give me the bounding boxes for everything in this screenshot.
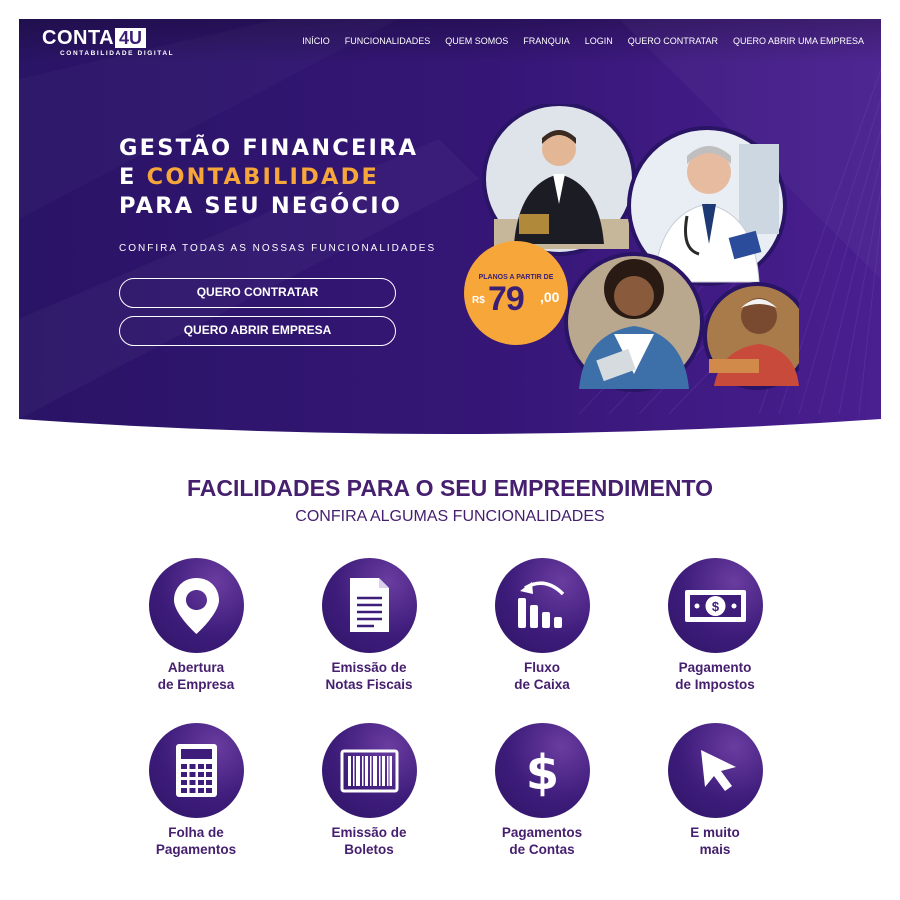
feature-pagamento-impostos[interactable]: $ Pagamento de Impostos xyxy=(640,558,790,693)
feature-label: E muito mais xyxy=(640,824,790,858)
nav-login[interactable]: LOGIN xyxy=(585,35,613,47)
feature-label-line2: Boletos xyxy=(344,842,394,857)
feature-label-line2: Notas Fiscais xyxy=(325,677,413,692)
feature-label-line2: mais xyxy=(699,842,731,857)
svg-text:$: $ xyxy=(525,745,558,801)
nav-quero-contratar[interactable]: QUERO CONTRATAR xyxy=(628,35,718,47)
feature-icon-circle xyxy=(148,558,244,653)
nav-franquia[interactable]: FRANQUIA xyxy=(523,35,570,47)
hero-banner: CONTA 4U CONTABILIDADE DIGITAL INÍCIO FU… xyxy=(19,19,881,444)
feature-icon-circle xyxy=(667,723,763,818)
banknote-icon: $ xyxy=(684,590,746,622)
hero-line-1: GESTÃO FINANCEIRA xyxy=(119,135,419,161)
photo-woman-tablet xyxy=(564,252,704,392)
feature-label-line2: de Contas xyxy=(509,842,575,857)
price-badge[interactable]: PLANOS A PARTIR DE R$ 79 ,00 xyxy=(464,241,568,345)
nav-quem-somos[interactable]: QUEM SOMOS xyxy=(445,35,508,47)
photo-businessman xyxy=(482,104,636,256)
feature-emissao-boletos[interactable]: Emissão de Boletos xyxy=(294,723,444,858)
hero-line-2-accent: CONTABILIDADE xyxy=(146,164,380,190)
feature-label-line2: Pagamentos xyxy=(155,842,237,857)
hero-line-2-prefix: E xyxy=(119,164,147,190)
hero-line-2: E CONTABILIDADE xyxy=(119,163,449,192)
quero-contratar-button[interactable]: QUERO CONTRATAR xyxy=(119,278,396,308)
photo-market-vendor xyxy=(703,282,799,390)
svg-text:$: $ xyxy=(711,599,719,614)
feature-folha-pagamentos[interactable]: Folha de Pagamentos xyxy=(121,723,271,858)
feature-icon-circle xyxy=(494,558,590,653)
feature-pagamentos-contas[interactable]: $ Pagamentos de Contas xyxy=(467,723,617,858)
barcode-icon xyxy=(340,749,398,793)
features-title: FACILIDADES PARA O SEU EMPREENDIMENTO xyxy=(186,475,714,501)
cursor-arrow-icon xyxy=(700,750,736,791)
hero-line-3: PARA SEU NEGÓCIO xyxy=(119,193,403,219)
price-currency: R$ xyxy=(472,295,485,306)
main-nav: INÍCIO FUNCIONALIDADES QUEM SOMOS FRANQU… xyxy=(287,35,864,47)
logo-4u-text: 4U xyxy=(115,28,147,48)
logo-conta-text: CONTA xyxy=(42,27,115,49)
feature-label-line1: Emissão de xyxy=(331,660,407,675)
feature-label: Emissão de Notas Fiscais xyxy=(294,659,444,693)
feature-label-line1: Abertura xyxy=(167,660,225,675)
feature-label-line2: de Caixa xyxy=(514,677,570,692)
feature-icon-circle xyxy=(321,558,417,653)
conta4u-logo[interactable]: CONTA 4U CONTABILIDADE DIGITAL xyxy=(42,27,173,61)
feature-abertura-empresa[interactable]: Abertura de Empresa xyxy=(121,558,271,693)
logo-tagline: CONTABILIDADE DIGITAL xyxy=(60,50,175,57)
feature-icon-circle xyxy=(321,723,417,818)
feature-label-line1: Pagamentos xyxy=(501,825,583,840)
calculator-icon xyxy=(175,744,217,797)
growth-chart-icon xyxy=(517,581,564,628)
features-subtitle: CONFIRA ALGUMAS FUNCIONALIDADES xyxy=(295,508,605,525)
dollar-sign-icon: $ xyxy=(525,745,558,801)
location-pin-icon xyxy=(173,578,219,634)
nav-quero-abrir-empresa[interactable]: QUERO ABRIR UMA EMPRESA xyxy=(733,35,864,47)
hero-subtitle: CONFIRA TODAS AS NOSSAS FUNCIONALIDADES xyxy=(119,243,437,254)
feature-icon-circle: $ xyxy=(494,723,590,818)
feature-label: Pagamento de Impostos xyxy=(640,659,790,693)
feature-label-line1: Pagamento xyxy=(678,660,752,675)
feature-label: Abertura de Empresa xyxy=(121,659,271,693)
feature-label: Folha de Pagamentos xyxy=(121,824,271,858)
feature-icon-circle: $ xyxy=(667,558,763,653)
price-amount: 79 xyxy=(488,280,525,318)
feature-label-line1: Emissão de xyxy=(331,825,407,840)
feature-label: Fluxo de Caixa xyxy=(467,659,617,693)
quero-abrir-empresa-button[interactable]: QUERO ABRIR EMPRESA xyxy=(119,316,396,346)
price-cents: ,00 xyxy=(540,289,560,305)
feature-label-line2: de Impostos xyxy=(675,677,755,692)
hero-headline: GESTÃO FINANCEIRA E CONTABILIDADE PARA S… xyxy=(119,134,449,221)
nav-funcionalidades[interactable]: FUNCIONALIDADES xyxy=(345,35,431,47)
feature-label-line1: Fluxo xyxy=(524,660,560,675)
feature-label: Emissão de Boletos xyxy=(294,824,444,858)
feature-label: Pagamentos de Contas xyxy=(467,824,617,858)
feature-label-line1: Folha de xyxy=(168,825,224,840)
feature-label-line2: de Empresa xyxy=(157,677,235,692)
nav-inicio[interactable]: INÍCIO xyxy=(302,35,330,47)
feature-icon-circle xyxy=(148,723,244,818)
feature-notas-fiscais[interactable]: Emissão de Notas Fiscais xyxy=(294,558,444,693)
feature-label-line1: E muito xyxy=(690,825,740,840)
feature-e-muito-mais[interactable]: E muito mais xyxy=(640,723,790,858)
document-icon xyxy=(349,578,389,632)
feature-fluxo-caixa[interactable]: Fluxo de Caixa xyxy=(467,558,617,693)
